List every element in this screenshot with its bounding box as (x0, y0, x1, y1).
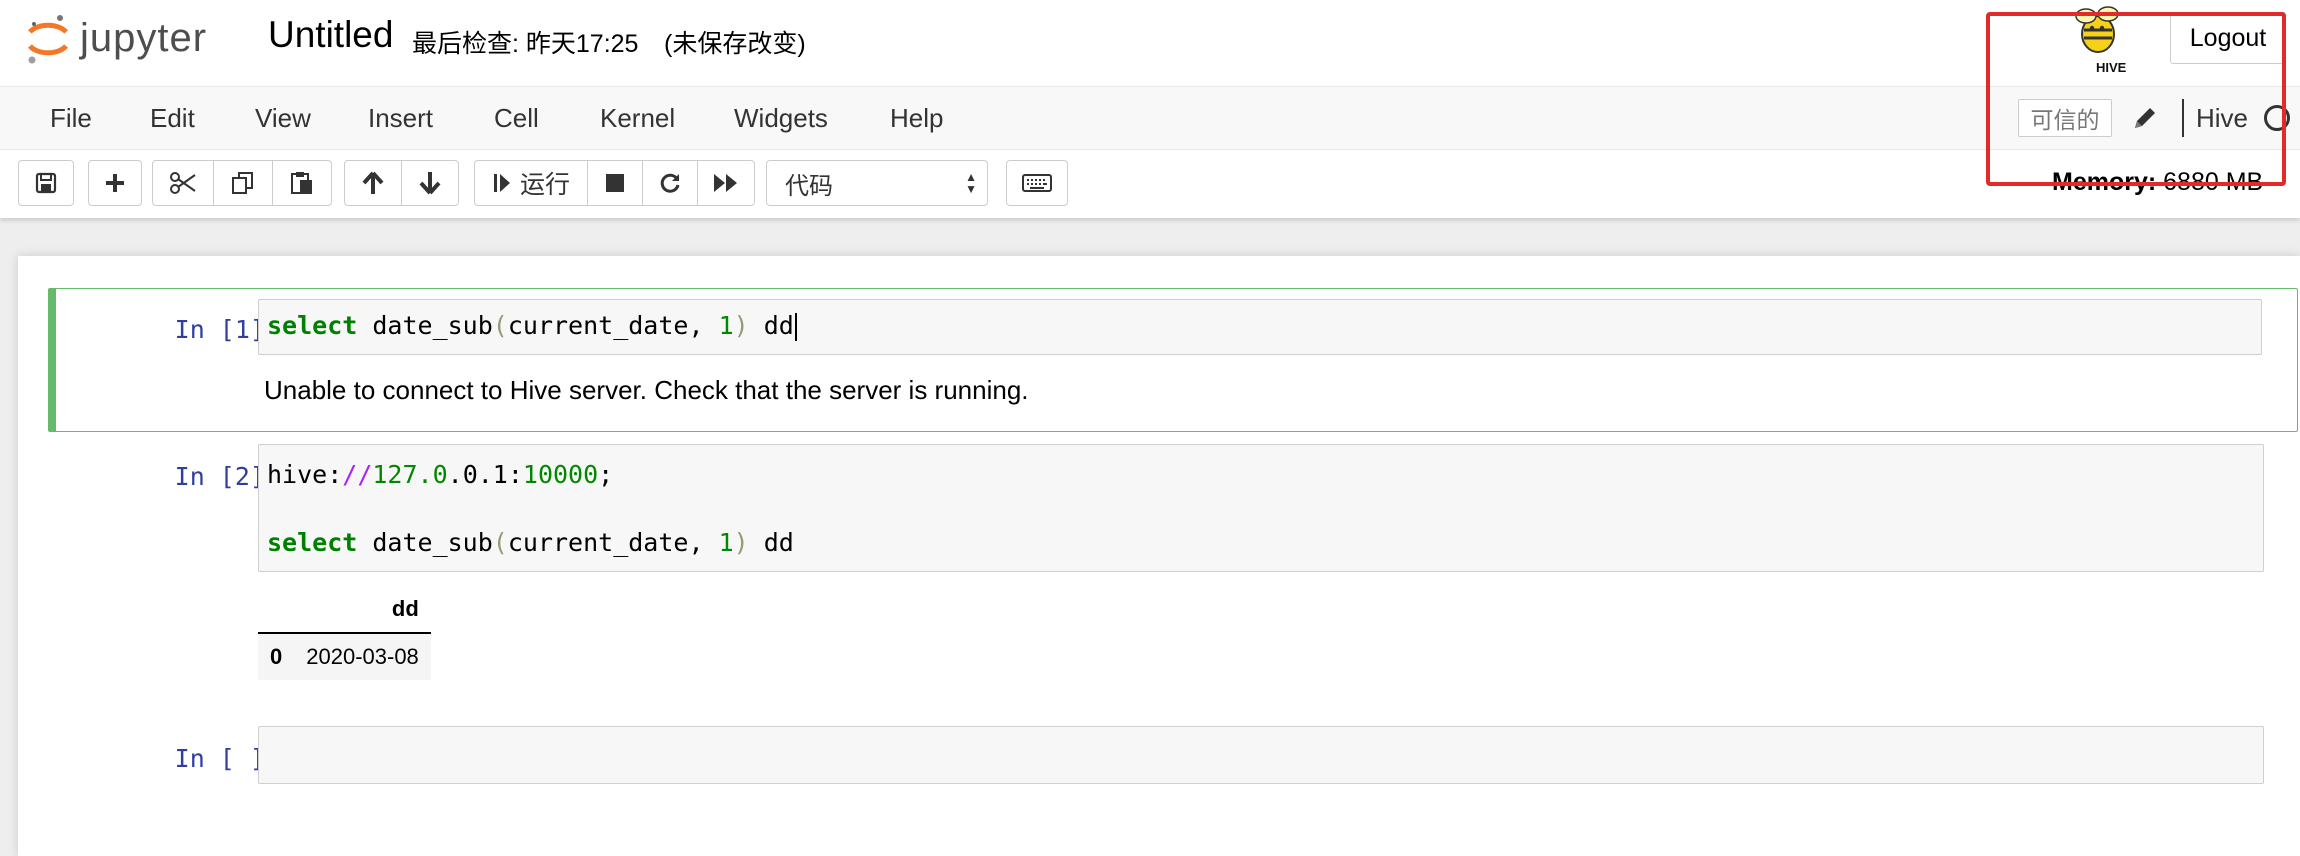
arrow-down-icon (419, 172, 441, 195)
code-text: ; (598, 460, 614, 489)
stop-icon (606, 174, 624, 192)
kernel-separator (2182, 99, 2184, 137)
notebook-container: In [1]: select date_sub(current_date, 1)… (18, 256, 2300, 856)
refresh-icon (660, 173, 680, 193)
dataframe-table: dd 0 2020-03-08 (258, 586, 431, 680)
svg-text:HIVE: HIVE (2096, 60, 2127, 75)
arrow-up-icon (362, 171, 384, 194)
menu-view[interactable]: View (255, 103, 311, 134)
pencil-icon[interactable] (2130, 103, 2160, 133)
paste-icon (291, 172, 312, 194)
menu-help[interactable]: Help (890, 103, 943, 134)
memory-usage: Memory: 6880 MB (2052, 168, 2263, 197)
code-number: 1 (718, 311, 734, 340)
code-cell-1[interactable]: In [1]: select date_sub(current_date, 1)… (48, 288, 2298, 432)
code-function: date_sub (357, 528, 493, 557)
plus-icon (106, 174, 124, 192)
move-up-button[interactable] (344, 160, 402, 206)
insert-cell-button[interactable] (88, 160, 142, 206)
code-input[interactable]: select date_sub(current_date, 1) dd (258, 299, 2262, 355)
restart-button[interactable] (642, 160, 698, 206)
code-cell-2[interactable]: In [2]: hive://127.0.0.1:10000; select d… (48, 442, 2298, 732)
step-forward-icon (493, 174, 510, 192)
kernel-idle-indicator-icon (2264, 105, 2290, 131)
table-cell: 2020-03-08 (306, 644, 419, 669)
code-number: 10000 (522, 460, 599, 489)
hive-bee-logo: HIVE (2075, 6, 2127, 75)
table-column-header: dd (294, 586, 431, 634)
keyboard-icon (1022, 174, 1052, 192)
header: jupyter Untitled 最后检查: 昨天17:25 (未保存改变) H… (0, 0, 2300, 86)
table-row: 0 2020-03-08 (258, 633, 431, 680)
interrupt-button[interactable] (587, 160, 643, 206)
autosave-status: (未保存改变) (664, 30, 806, 58)
menu-cell[interactable]: Cell (494, 103, 539, 134)
code-argument: current_date, (507, 528, 719, 557)
cell-prompt: In [ ]: (174, 744, 280, 773)
code-scheme: hive: (267, 460, 343, 489)
notebook-name[interactable]: Untitled (268, 14, 393, 56)
code-paren: ( (492, 528, 508, 557)
code-operator: // (342, 460, 373, 489)
cut-button[interactable] (152, 160, 214, 206)
code-paren: ) (733, 311, 749, 340)
checkpoint-status: 最后检查: 昨天17:25 (412, 30, 639, 58)
menu-edit[interactable]: Edit (150, 103, 195, 134)
copy-icon (232, 172, 253, 194)
logout-button[interactable]: Logout (2170, 12, 2286, 64)
code-input[interactable]: hive://127.0.0.1:10000; select date_sub(… (258, 444, 2264, 572)
table-index-header (258, 586, 295, 634)
code-input[interactable] (258, 726, 2264, 784)
run-button[interactable]: 运行 (474, 160, 588, 206)
copy-button[interactable] (213, 160, 273, 206)
menubar: File Edit View Insert Cell Kernel Widget… (0, 86, 2300, 150)
scissors-icon (170, 172, 196, 194)
restart-run-all-button[interactable] (697, 160, 755, 206)
code-keyword: select (267, 311, 358, 340)
run-label: 运行 (519, 171, 570, 199)
memory-value: 6880 MB (2163, 168, 2264, 196)
trusted-indicator[interactable]: 可信的 (2018, 99, 2112, 137)
command-palette-button[interactable] (1006, 160, 1068, 206)
logo-text: jupyter (80, 15, 208, 60)
cell-prompt: In [2]: (174, 462, 280, 491)
code-text: .0.1: (447, 460, 523, 489)
table-row-index: 0 (270, 644, 283, 669)
code-keyword: select (267, 528, 358, 557)
text-cursor (794, 313, 797, 341)
cell-prompt: In [1]: (174, 315, 280, 344)
code-number: 1 (718, 528, 734, 557)
toolbar: 运行 代码 ▲ ▼ Memory: 6880 MB (0, 150, 2300, 218)
jupyter-logo[interactable]: jupyter (24, 8, 207, 68)
menu-kernel[interactable]: Kernel (600, 103, 675, 134)
cell-type-value: 代码 (785, 172, 833, 200)
code-paren: ( (492, 311, 508, 340)
cell-output-error: Unable to connect to Hive server. Check … (264, 375, 1029, 405)
menu-insert[interactable]: Insert (368, 103, 433, 134)
code-function: date_sub (357, 311, 493, 340)
code-line: select date_sub(current_date, 1) dd (267, 528, 794, 557)
code-cell-3[interactable]: In [ ]: (48, 726, 2298, 788)
code-number: 127.0 (372, 460, 448, 489)
table-header-row: dd (258, 586, 431, 634)
move-down-button[interactable] (401, 160, 459, 206)
cell-type-select[interactable]: 代码 ▲ ▼ (766, 160, 988, 206)
memory-label: Memory: (2052, 168, 2157, 196)
menu-widgets[interactable]: Widgets (734, 103, 828, 134)
fast-forward-icon (714, 174, 737, 192)
code-paren: ) (733, 528, 749, 557)
save-icon (35, 172, 57, 194)
code-line: hive://127.0.0.1:10000; (267, 460, 613, 489)
jupyter-icon (28, 15, 68, 64)
save-button[interactable] (18, 160, 74, 206)
select-arrows-icon: ▲ ▼ (965, 170, 977, 196)
code-argument: current_date, (507, 311, 719, 340)
kernel-name[interactable]: Hive (2196, 103, 2248, 134)
code-line: select date_sub(current_date, 1) dd (267, 311, 797, 341)
paste-button[interactable] (272, 160, 332, 206)
code-alias: dd (748, 311, 794, 340)
menu-file[interactable]: File (50, 103, 92, 134)
code-alias: dd (748, 528, 794, 557)
